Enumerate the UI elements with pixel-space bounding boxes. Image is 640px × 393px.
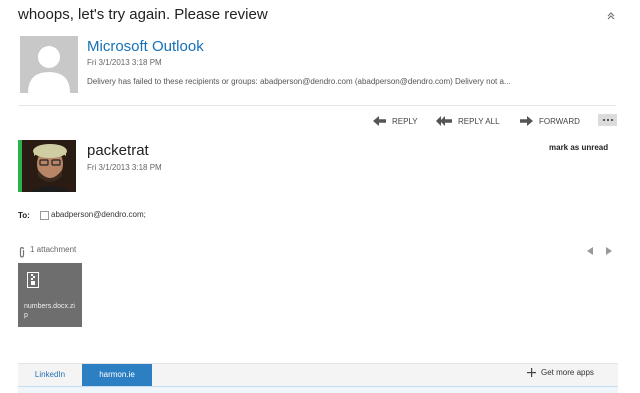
tab-linkedin[interactable]: LinkedIn [20,364,80,386]
recipient-presence-icon [40,211,49,220]
zip-file-icon [27,272,39,293]
mark-as-unread-link[interactable]: mark as unread [549,143,608,152]
message-date: Fri 3/1/2013 3:18 PM [87,58,162,67]
more-actions-button[interactable] [598,114,617,126]
message-date: Fri 3/1/2013 3:18 PM [87,163,162,172]
presence-indicator [18,140,22,192]
message-divider [18,105,616,106]
plus-icon [527,368,536,377]
tab-harmon-ie[interactable]: harmon.ie [82,364,152,386]
reply-button[interactable]: REPLY [373,114,418,128]
collapse-conversation-icon[interactable] [605,9,617,21]
reply-icon [373,116,386,126]
attachment-name: numbers.docx.zip [24,303,75,319]
default-person-icon [20,36,78,93]
conversation-subject: whoops, let's try again. Please review [18,6,268,23]
get-more-apps-button[interactable]: Get more apps [527,368,594,377]
forward-label: FORWARD [539,116,580,126]
attachment-count: 1 attachment [30,245,77,254]
sender-name[interactable]: Microsoft Outlook [87,38,204,55]
reply-all-label: REPLY ALL [458,116,500,126]
get-more-apps-label: Get more apps [541,368,594,377]
reply-all-icon [436,116,452,126]
reply-all-button[interactable]: REPLY ALL [436,114,500,128]
to-label: To: [18,211,30,220]
reply-label: REPLY [392,116,418,126]
sender-name[interactable]: packetrat [87,142,149,159]
forward-button[interactable]: FORWARD [520,114,580,128]
forward-icon [520,116,533,126]
user-photo [18,140,76,192]
attachments-next-icon[interactable] [605,243,613,261]
message-preview[interactable]: Delivery has failed to these recipients … [87,77,615,86]
paperclip-icon [18,245,26,263]
ellipsis-icon [602,119,605,121]
attachments-prev-icon[interactable] [586,243,594,261]
recipient-address[interactable]: abadperson@dendro.com; [51,210,146,219]
